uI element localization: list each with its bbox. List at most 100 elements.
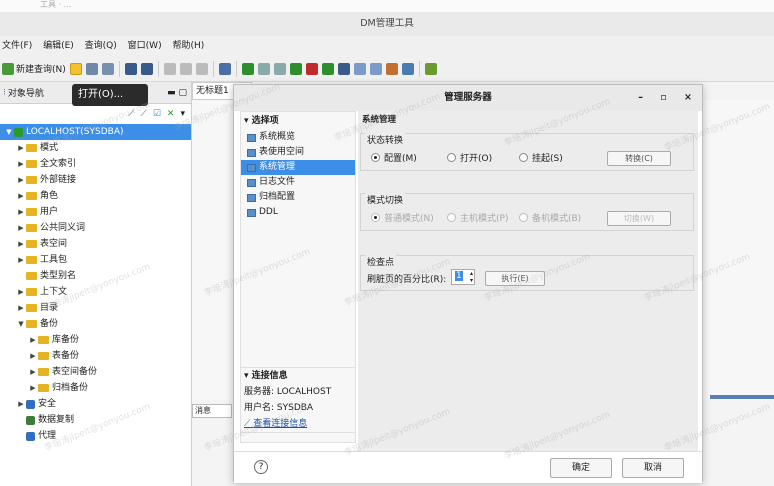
option-archive-config[interactable]: 归档配置 [241, 190, 355, 205]
collapsed-arrow-icon[interactable]: ▶ [16, 236, 26, 252]
collapsed-arrow-icon[interactable]: ▶ [16, 188, 26, 204]
table-icon[interactable] [353, 62, 366, 75]
expanded-arrow-icon[interactable]: ▼ [4, 124, 14, 140]
menu-edit[interactable]: 编辑(E) [43, 41, 74, 51]
collapsed-arrow-icon[interactable]: ▶ [16, 140, 26, 156]
tree-node-label: 类型别名 [40, 271, 77, 281]
radio-primary-mode[interactable]: 主机模式(P) [447, 211, 508, 224]
tree-node[interactable]: ▶ 安全 [0, 396, 191, 412]
radio-standby-mode[interactable]: 备机模式(B) [519, 211, 581, 224]
tree-node[interactable]: ▶ 工具包 [0, 252, 191, 268]
cut-icon[interactable] [163, 62, 176, 75]
explain-icon[interactable] [273, 62, 286, 75]
collapsed-arrow-icon[interactable]: ▶ [28, 380, 38, 396]
tree-node-label: 归档备份 [52, 383, 89, 393]
checkpoint-group-title: 检查点 [365, 255, 397, 268]
tree-node[interactable]: ▶ 公共同义词 [0, 220, 191, 236]
undo-icon[interactable] [124, 62, 137, 75]
menu-file[interactable]: 文件(F) [2, 41, 32, 51]
debug-icon[interactable] [289, 62, 302, 75]
cancel-button[interactable]: 取消 [622, 458, 684, 478]
stop-icon[interactable] [305, 62, 318, 75]
radio-normal-mode[interactable]: 普通模式(N) [371, 211, 434, 224]
close-icon[interactable]: × [684, 92, 692, 103]
minimize-icon[interactable]: – [638, 92, 643, 103]
tree-node[interactable]: ▶ 表空间 [0, 236, 191, 252]
state-group-title: 状态转换 [365, 133, 406, 146]
tree-node[interactable]: ▼ 备份 [0, 316, 191, 332]
refresh-icon[interactable]: ☑ [153, 109, 161, 119]
switch-button[interactable]: 切换(W) [607, 211, 671, 226]
tree-node[interactable]: ▶ 表备份 [0, 348, 191, 364]
tree-node-label: 角色 [40, 191, 59, 201]
folder-icon [26, 160, 37, 168]
option-ddl[interactable]: DDL [241, 205, 355, 220]
expanded-arrow-icon[interactable]: ▼ [16, 316, 26, 332]
tree-node[interactable]: ▶ 角色 [0, 188, 191, 204]
tree-node[interactable]: ▶ 模式 [0, 140, 191, 156]
collapsed-arrow-icon[interactable]: ▶ [16, 284, 26, 300]
tree-node[interactable]: ▶ 归档备份 [0, 380, 191, 396]
convert-button[interactable]: 转换(C) [607, 151, 671, 166]
tree-node[interactable]: ▶ 外部链接 [0, 172, 191, 188]
help-icon[interactable]: ? [254, 460, 268, 474]
option-system-management[interactable]: 系统管理 [241, 160, 355, 175]
rollback-icon[interactable] [337, 62, 350, 75]
redo-icon[interactable] [140, 62, 153, 75]
collapsed-arrow-icon[interactable]: ▶ [16, 300, 26, 316]
tree-node-label: 表备份 [52, 351, 80, 361]
folder-icon [26, 176, 37, 184]
collapsed-arrow-icon[interactable]: ▶ [16, 156, 26, 172]
tree-node[interactable]: ▶ 库备份 [0, 332, 191, 348]
tree-node[interactable]: ▶ 目录 [0, 300, 191, 316]
format-icon[interactable] [385, 62, 398, 75]
minimize-panel-icon[interactable]: ▬ ▢ [167, 88, 187, 98]
menu-window[interactable]: 窗口(W) [128, 41, 162, 51]
collapsed-arrow-icon[interactable]: ▶ [16, 172, 26, 188]
table-icon [247, 193, 256, 202]
home-icon[interactable] [218, 62, 231, 75]
radio-suspend[interactable]: 挂起(S) [519, 151, 563, 164]
tree-node[interactable]: ▶ 表空间备份 [0, 364, 191, 380]
collapsed-arrow-icon[interactable]: ▶ [28, 332, 38, 348]
tree-node[interactable]: ▶ 用户 [0, 204, 191, 220]
dialog-title: 管理服务器 [444, 92, 492, 103]
select-header: ▾ 选择项 [244, 116, 279, 126]
paste-icon[interactable] [195, 62, 208, 75]
tool-icon[interactable] [424, 62, 437, 75]
run-step-icon[interactable] [257, 62, 270, 75]
grid-icon[interactable] [369, 62, 382, 75]
maximize-icon[interactable]: ▫ [660, 92, 666, 103]
collapsed-arrow-icon[interactable]: ▶ [28, 348, 38, 364]
option-log-file[interactable]: 日志文件 [241, 175, 355, 190]
spinner-arrows-icon[interactable]: ▴ ▾ [470, 270, 473, 284]
tree-node[interactable]: ▶ 全文索引 [0, 156, 191, 172]
commit-icon[interactable] [321, 62, 334, 75]
agent-icon [26, 431, 35, 441]
ok-button[interactable]: 确定 [550, 458, 612, 478]
run-icon[interactable] [241, 62, 254, 75]
radio-open[interactable]: 打开(O) [447, 151, 492, 164]
tree-node-label: 表空间 [40, 239, 68, 249]
save-icon[interactable] [85, 62, 98, 75]
folder-icon [26, 320, 37, 328]
window-title: DM管理工具 [0, 12, 774, 36]
collapsed-arrow-icon[interactable]: ▶ [28, 364, 38, 380]
option-table-space-usage[interactable]: 表使用空间 [241, 145, 355, 160]
close-connection-icon[interactable]: ✕ [167, 109, 175, 119]
collapsed-arrow-icon[interactable]: ▶ [16, 220, 26, 236]
save-all-icon[interactable] [101, 62, 114, 75]
menu-query[interactable]: 查询(Q) [85, 41, 117, 51]
dirty-page-spinner[interactable]: 1 ▴ ▾ [451, 269, 475, 285]
new-query-button[interactable]: 新建查询(N) [2, 60, 66, 78]
open-icon[interactable] [69, 62, 82, 75]
collapsed-arrow-icon[interactable]: ▶ [16, 396, 26, 412]
compare-icon[interactable] [401, 62, 414, 75]
message-tab[interactable]: 消息 [192, 404, 232, 418]
copy-icon[interactable] [179, 62, 192, 75]
menu-help[interactable]: 帮助(H) [172, 41, 204, 51]
tree-node-label: 用户 [40, 207, 59, 217]
collapsed-arrow-icon[interactable]: ▶ [16, 252, 26, 268]
radio-config[interactable]: 配置(M) [371, 151, 417, 164]
collapsed-arrow-icon[interactable]: ▶ [16, 204, 26, 220]
